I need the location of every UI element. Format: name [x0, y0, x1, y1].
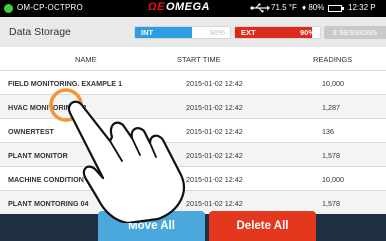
device-name: OM-CP-OCTPRO [17, 3, 83, 12]
internal-storage-percent: 60% [209, 28, 225, 37]
internal-storage-bar: INT 60% [134, 26, 231, 39]
column-header-readings[interactable]: READINGS [313, 55, 352, 64]
brand-name: OMEGA [165, 1, 210, 13]
delete-all-button[interactable]: Delete All [209, 211, 316, 241]
status-indicator-icon [4, 4, 13, 13]
external-storage-bar: EXT 90% [234, 26, 321, 39]
session-name: PLANT MONITOR [8, 151, 68, 160]
storage-header: Data Storage INT 60% EXT 90% 8 SESSIONS [0, 17, 386, 47]
temperature-readout: 71.5 °F [271, 3, 297, 12]
humidity-readout: ♦ 80% [302, 3, 324, 12]
humidity-value: 80% [308, 3, 325, 12]
session-readings: 136 [322, 127, 334, 136]
sessions-badge: 8 SESSIONS [324, 26, 386, 39]
session-start-time: 2015-01-02 12:42 [186, 199, 243, 208]
session-start-time: 2015-01-02 12:42 [186, 103, 243, 112]
table-row[interactable]: FIELD MONITORING. EXAMPLE 1 2015-01-02 1… [0, 71, 386, 95]
usb-icon [250, 3, 270, 13]
table-row[interactable]: PLANT MONITOR 2015-01-02 12:42 1,578 [0, 143, 386, 167]
battery-icon [328, 5, 344, 12]
external-storage-percent: 90% [299, 28, 315, 37]
droplet-icon: ♦ [302, 3, 307, 12]
column-header-name[interactable]: NAME [75, 55, 97, 64]
move-all-button[interactable]: Move All [98, 211, 205, 241]
session-name: MACHINE CONDITION [8, 175, 84, 184]
session-name: OWNERTEST [8, 127, 54, 136]
page-title: Data Storage [9, 26, 71, 38]
status-bar: OM-CP-OCTPRO ΩEOMEGA 71.5 °F ♦ 80% 12:32… [0, 0, 386, 17]
session-name: HVAC MONITORING 02 [8, 103, 87, 112]
internal-storage-label: INT [141, 28, 154, 37]
external-storage-label: EXT [241, 28, 256, 37]
session-readings: 10,000 [322, 79, 344, 88]
session-name: FIELD MONITORING. EXAMPLE 1 [8, 79, 123, 88]
session-readings: 1,287 [322, 103, 340, 112]
session-name: PLANT MONTORING 04 [8, 199, 89, 208]
omega-logo-icon: ΩE [148, 1, 165, 13]
session-readings: 1,578 [322, 151, 340, 160]
table-row[interactable]: HVAC MONITORING 02 2015-01-02 12:42 1,28… [0, 95, 386, 119]
table-header: NAME START TIME READINGS [0, 47, 386, 71]
table-row[interactable]: OWNERTEST 2015-01-02 12:42 136 [0, 119, 386, 143]
session-start-time: 2015-01-02 12:42 [186, 79, 243, 88]
session-start-time: 2015-01-02 12:42 [186, 151, 243, 160]
brand-logo: ΩEOMEGA [148, 1, 210, 13]
session-start-time: 2015-01-02 12:42 [186, 175, 243, 184]
sessions-table: NAME START TIME READINGS FIELD MONITORIN… [0, 47, 386, 215]
session-start-time: 2015-01-02 12:42 [186, 127, 243, 136]
table-row[interactable]: MACHINE CONDITION 2015-01-02 12:42 10,00… [0, 167, 386, 191]
column-header-start-time[interactable]: START TIME [177, 55, 221, 64]
session-readings: 1,578 [322, 199, 340, 208]
session-readings: 10,000 [322, 175, 344, 184]
clock: 12:32 P [348, 3, 376, 12]
